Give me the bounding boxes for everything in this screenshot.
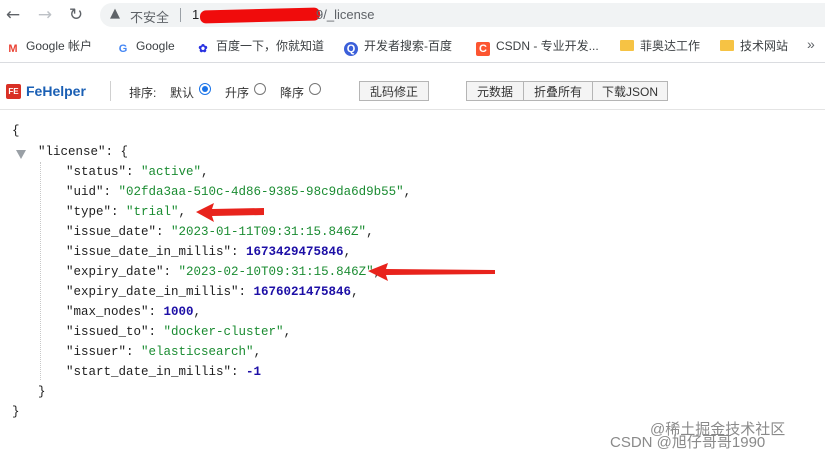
watermark-csdn: CSDN @旭仔哥哥1990 (610, 434, 766, 451)
annotation-arrow-type (196, 203, 264, 222)
annotation-arrow-expiry (368, 263, 495, 281)
annotation-layer (196, 203, 495, 281)
